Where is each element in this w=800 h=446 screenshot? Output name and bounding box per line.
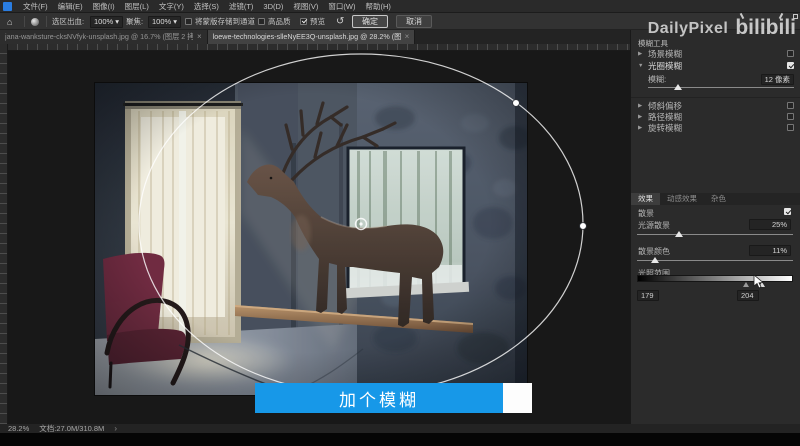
light-range-gradient[interactable] — [637, 275, 793, 282]
caption-bar: 加个模糊 — [255, 383, 503, 413]
dailypixel-watermark: DailyPixel — [648, 20, 729, 38]
tool-row-field-blur[interactable]: ▶ 场景模糊 — [631, 48, 800, 59]
menu-select[interactable]: 选择(S) — [189, 0, 224, 13]
high-quality-label: 高品质 — [268, 16, 291, 27]
photo-document — [95, 83, 527, 395]
dropdown-caret-icon: ▾ — [173, 17, 177, 26]
selection-bleed-value[interactable]: 100%▾ — [90, 16, 123, 28]
light-bokeh-label: 光源散景 — [638, 220, 670, 231]
tilt-shift-checkbox[interactable] — [787, 102, 794, 109]
home-icon[interactable]: ⌂ — [7, 17, 12, 27]
tool-row-tilt-shift[interactable]: ▶ 倾斜偏移 — [631, 100, 800, 111]
field-blur-checkbox[interactable] — [787, 50, 794, 57]
light-range-thumb-high[interactable] — [759, 282, 765, 287]
focus-value[interactable]: 100%▾ — [148, 16, 181, 28]
cancel-button[interactable]: 取消 — [396, 15, 432, 28]
document-tabs: jana-wanksture-cksNVfyk-unsplash.jpg @ 1… — [0, 30, 630, 44]
high-quality-checkbox[interactable] — [258, 18, 265, 25]
save-mask-label: 将蒙版存储到通道 — [195, 16, 255, 27]
deer-room-photo — [95, 83, 527, 395]
caret-right-icon: ▶ — [638, 51, 644, 57]
ellipse-size-handle[interactable] — [580, 223, 587, 230]
vertical-ruler — [0, 44, 8, 424]
bokeh-restore-icon[interactable] — [784, 208, 791, 215]
close-icon[interactable]: × — [405, 33, 410, 41]
preview-label: 预览 — [310, 16, 325, 27]
caret-right-icon: ▶ — [638, 103, 644, 109]
reset-icon[interactable]: ↺ — [336, 16, 344, 27]
menu-window[interactable]: 窗口(W) — [323, 0, 360, 13]
blur-amount-value[interactable]: 12 像素 — [761, 74, 794, 85]
photoshop-logo-icon — [3, 2, 12, 11]
tool-row-iris-blur[interactable]: ▼ 光圈模糊 — [631, 60, 800, 71]
bokeh-color-value[interactable]: 11% — [749, 245, 791, 256]
document-tab-label: loewe-technologies-slleNyEE3Q-unsplash.j… — [213, 32, 401, 42]
bottom-strip — [0, 433, 800, 446]
light-bokeh-value[interactable]: 25% — [749, 219, 791, 230]
iris-blur-checkbox[interactable] — [787, 62, 794, 69]
blur-amount-slider[interactable] — [648, 87, 794, 88]
menu-edit[interactable]: 编辑(E) — [53, 0, 88, 13]
effects-tabs: 效果 动感效果 杂色 — [631, 193, 800, 205]
blur-amount-label: 模糊: — [648, 74, 666, 85]
light-bokeh-thumb[interactable] — [675, 231, 683, 237]
tool-row-path-blur[interactable]: ▶ 路径模糊 — [631, 111, 800, 122]
light-range-thumb-low[interactable] — [743, 282, 749, 287]
menu-filter[interactable]: 滤镜(T) — [224, 0, 259, 13]
menu-3d[interactable]: 3D(D) — [258, 0, 288, 13]
close-icon[interactable]: × — [197, 33, 202, 41]
bilibili-tv-icon — [793, 14, 798, 19]
bokeh-section-label: 散景 — [638, 208, 654, 219]
save-mask-checkbox[interactable] — [185, 18, 192, 25]
document-tab-inactive[interactable]: jana-wanksture-cksNVfyk-unsplash.jpg @ 1… — [0, 30, 208, 44]
canvas-area[interactable] — [8, 51, 630, 424]
bilibili-logo: bilibili — [735, 18, 796, 38]
document-tab-label: jana-wanksture-cksNVfyk-unsplash.jpg @ 1… — [5, 32, 193, 42]
status-bar: 28.2% 文档:27.0M/310.8M › — [0, 424, 800, 433]
dropdown-caret-icon: ▾ — [115, 17, 119, 26]
tool-row-spin-blur[interactable]: ▶ 旋转模糊 — [631, 122, 800, 133]
watermark: DailyPixel bilibili — [640, 8, 800, 38]
tab-noise[interactable]: 杂色 — [704, 193, 733, 205]
bokeh-color-slider[interactable] — [637, 260, 793, 261]
tab-motion-effects[interactable]: 动感效果 — [660, 193, 704, 205]
zoom-level[interactable]: 28.2% — [8, 424, 29, 433]
path-blur-checkbox[interactable] — [787, 113, 794, 120]
caret-right-icon: ▶ — [638, 125, 644, 131]
menu-layer[interactable]: 图层(L) — [120, 0, 154, 13]
selection-bleed-label: 选区出血: — [52, 16, 84, 27]
light-range-low-value[interactable]: 179 — [637, 290, 659, 301]
caption-cursor-block — [503, 383, 532, 413]
light-range-high-value[interactable]: 204 — [737, 290, 759, 301]
tab-effects[interactable]: 效果 — [631, 193, 660, 205]
caret-right-icon: ▶ — [638, 114, 644, 120]
menu-help[interactable]: 帮助(H) — [361, 0, 396, 13]
blur-slider-thumb[interactable] — [674, 84, 682, 90]
chevron-icon[interactable]: › — [114, 424, 117, 433]
photoshop-window: 文件(F) 编辑(E) 图像(I) 图层(L) 文字(Y) 选择(S) 滤镜(T… — [0, 0, 800, 446]
menu-view[interactable]: 视图(V) — [288, 0, 323, 13]
ok-button[interactable]: 确定 — [352, 15, 388, 28]
horizontal-ruler — [8, 44, 630, 51]
blur-gallery-panel: 模糊工具 ▶ 场景模糊 ▼ 光圈模糊 模糊: 12 像素 ▶ 倾斜偏移 ▶ 路径… — [630, 30, 800, 424]
light-bokeh-slider[interactable] — [637, 234, 793, 235]
preview-checkbox[interactable] — [300, 18, 307, 25]
document-tab-active[interactable]: loewe-technologies-slleNyEE3Q-unsplash.j… — [208, 30, 416, 44]
menu-image[interactable]: 图像(I) — [88, 0, 120, 13]
focus-label: 聚焦: — [126, 16, 143, 27]
caret-down-icon: ▼ — [638, 63, 644, 69]
blur-tool-icon[interactable] — [31, 18, 39, 26]
bokeh-color-label: 散景颜色 — [638, 246, 670, 257]
bokeh-color-thumb[interactable] — [651, 257, 659, 263]
spin-blur-checkbox[interactable] — [787, 124, 794, 131]
menu-type[interactable]: 文字(Y) — [154, 0, 189, 13]
caption-text: 加个模糊 — [339, 386, 419, 411]
menu-file[interactable]: 文件(F) — [18, 0, 53, 13]
